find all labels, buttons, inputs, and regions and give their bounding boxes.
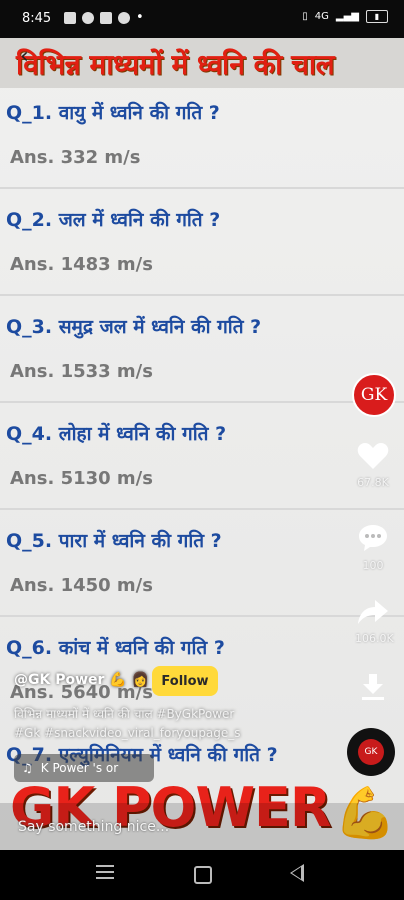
home-icon[interactable] (194, 866, 212, 884)
question-text: Q_5. पारा में ध्वनि की गति ? (6, 530, 222, 552)
question-text: Q_3. समुद्र जल में ध्वनि की गति ? (6, 316, 262, 338)
creator-badge-icon: 👩 (131, 672, 150, 688)
status-time: 8:45 (22, 11, 52, 26)
creator-avatar[interactable]: GK (352, 373, 396, 417)
share-count: 106.0K (355, 632, 394, 645)
comment-count: 100 (362, 559, 384, 572)
comment-button[interactable]: 100 (355, 523, 391, 572)
muscle-emoji-icon: 💪 (109, 672, 127, 688)
divider (0, 508, 404, 510)
system-navigation-bar (0, 850, 404, 900)
like-count: 67.8K (357, 476, 389, 489)
chat-notification-icon (100, 11, 112, 24)
dot-icon: • (136, 10, 144, 25)
answer-text: Ans. 1533 m/s (10, 361, 153, 382)
like-button[interactable]: 67.8K (355, 442, 391, 489)
video-header: विभिन्न माध्यमों में ध्वनि की चाल ‹ (0, 38, 404, 88)
divider (0, 401, 404, 403)
answer-text: Ans. 1483 m/s (10, 254, 153, 275)
question-text: Q_1. वायु में ध्वनि की गति ? (6, 102, 220, 124)
music-disc[interactable]: GK (347, 728, 395, 776)
app-notification-icon (82, 11, 94, 24)
video-caption: विभिन्न माध्यमों में ध्वनि की चाल #ByGkP… (14, 707, 235, 721)
video-hashtags[interactable]: #Gk #snackvideo_viral_foryoupage_s (14, 726, 241, 740)
answer-text: Ans. 5130 m/s (10, 468, 153, 489)
answer-text: Ans. 332 m/s (10, 147, 141, 168)
question-text: Q_2. जल में ध्वनि की गति ? (6, 209, 221, 231)
system-icons: ▯ 4G ▂▄▆ ▮ (302, 10, 388, 23)
username-text: @GK Power (14, 672, 105, 688)
divider (0, 615, 404, 617)
notification-icons: • (64, 10, 144, 25)
question-text: Q_4. लोहा में ध्वनि की गति ? (6, 423, 227, 445)
question-text: Q_6. कांच में ध्वनि की गति ? (6, 637, 225, 659)
music-note-icon: ♫ (22, 761, 33, 775)
follow-button[interactable]: Follow (152, 666, 218, 696)
heart-icon (357, 443, 389, 469)
music-disc-avatar: GK (358, 739, 384, 765)
comment-icon (359, 525, 387, 551)
status-bar: 8:45 • ▯ 4G ▂▄▆ ▮ (0, 0, 404, 38)
camera-notification-icon (64, 11, 76, 24)
download-icon (362, 674, 384, 700)
back-arrow-icon[interactable]: ‹ (20, 44, 29, 69)
creator-username[interactable]: @GK Power 💪 👩 (14, 672, 149, 688)
video-player[interactable]: विभिन्न माध्यमों में ध्वनि की चाल ‹ Q_1.… (0, 38, 404, 850)
music-ticker[interactable]: ♫ K Power 's or (14, 754, 154, 782)
comment-bar[interactable]: Say something nice... (0, 803, 404, 850)
answer-text: Ans. 1450 m/s (10, 575, 153, 596)
music-title: K Power 's or (40, 761, 119, 775)
recent-apps-icon[interactable] (96, 865, 114, 883)
settings-notification-icon (118, 11, 130, 24)
signal-icon: ▂▄▆ (335, 11, 359, 22)
share-arrow-icon (358, 600, 388, 624)
video-title: विभिन्न माध्यमों में ध्वनि की चाल (16, 48, 335, 81)
battery-icon: ▮ (366, 10, 388, 23)
vibrate-icon: ▯ (302, 11, 308, 22)
back-icon[interactable] (290, 864, 304, 882)
divider (0, 187, 404, 189)
comment-input[interactable]: Say something nice... (18, 819, 169, 835)
network-label: 4G (314, 11, 329, 22)
share-button[interactable]: 106.0K (355, 598, 394, 645)
divider (0, 294, 404, 296)
download-button[interactable] (355, 672, 391, 706)
